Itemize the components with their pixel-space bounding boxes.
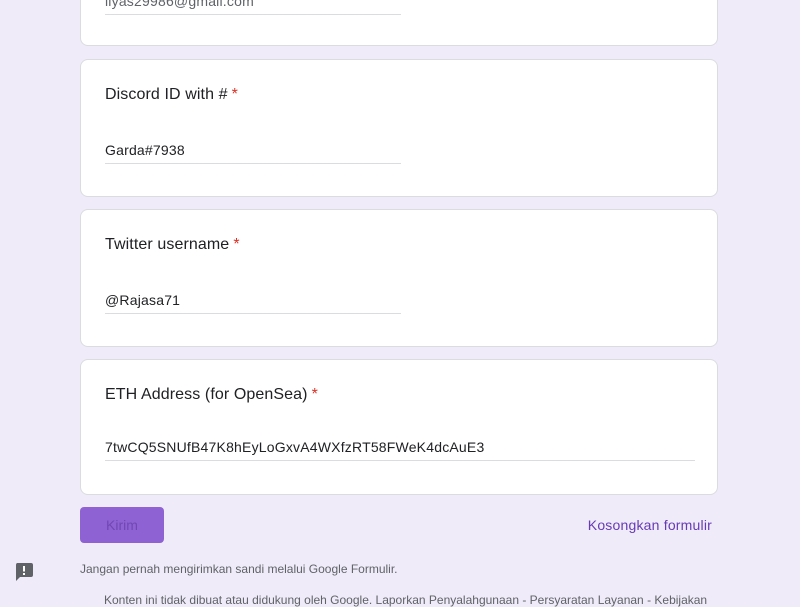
discord-question-card: Discord ID with # * Garda#7938 xyxy=(80,59,718,197)
question-title: Twitter username * xyxy=(105,236,240,254)
footer-text: Konten ini tidak dibuat atau didukung ol… xyxy=(104,593,708,607)
email-answer-field[interactable]: ilyas29986@gmail.com xyxy=(105,0,401,15)
submit-button[interactable]: Kirim xyxy=(80,507,164,543)
twitter-answer-field[interactable]: @Rajasa71 xyxy=(105,292,401,314)
email-question-card: ilyas29986@gmail.com xyxy=(80,0,718,46)
discord-answer-field[interactable]: Garda#7938 xyxy=(105,142,401,164)
question-text: Discord ID with # xyxy=(105,86,228,103)
required-asterisk: * xyxy=(311,386,318,403)
required-asterisk: * xyxy=(231,86,238,103)
question-text: Twitter username xyxy=(105,236,230,253)
question-title: Discord ID with # * xyxy=(105,86,238,104)
twitter-question-card: Twitter username * @Rajasa71 xyxy=(80,209,718,347)
question-text: ETH Address (for OpenSea) xyxy=(105,386,308,403)
eth-address-answer-field[interactable]: 7twCQ5SNUfB47K8hEyLoGxvA4WXfzRT58FWeK4dc… xyxy=(105,439,695,461)
password-warning-note: Jangan pernah mengirimkan sandi melalui … xyxy=(80,562,398,576)
clear-form-button[interactable]: Kosongkan formulir xyxy=(588,517,712,533)
eth-address-question-card: ETH Address (for OpenSea) * 7twCQ5SNUfB47… xyxy=(80,359,718,495)
report-problem-icon[interactable] xyxy=(14,562,34,582)
question-title: ETH Address (for OpenSea) * xyxy=(105,386,318,404)
required-asterisk: * xyxy=(233,236,240,253)
